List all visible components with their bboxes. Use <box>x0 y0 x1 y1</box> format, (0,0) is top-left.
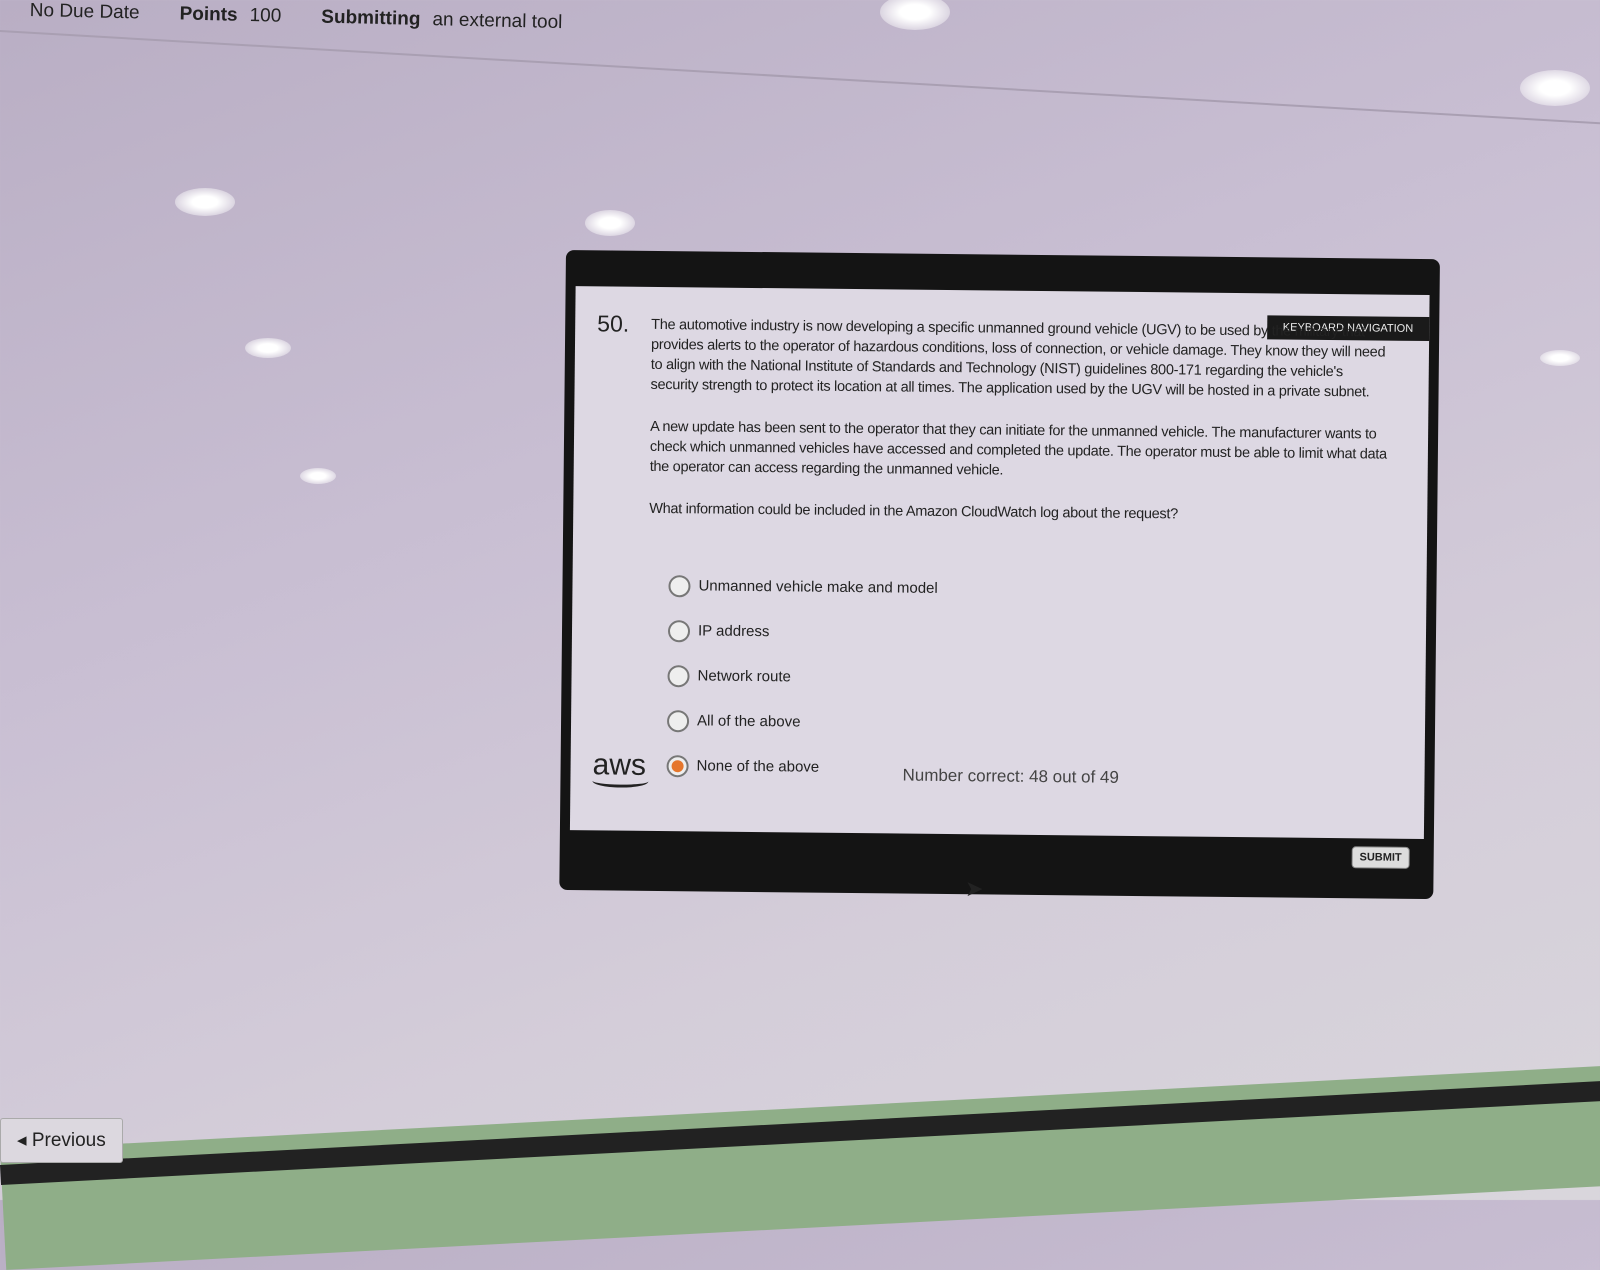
option-ip-address[interactable]: IP address <box>667 608 938 656</box>
option-label: None of the above <box>696 757 820 776</box>
radio-button-selected[interactable] <box>666 754 689 777</box>
question-paragraph: A new update has been sent to the operat… <box>649 418 1387 479</box>
glare <box>585 210 635 236</box>
answer-options: Unmanned vehicle make and model IP addre… <box>666 563 938 791</box>
points-label: Points <box>179 3 238 26</box>
header-divider <box>0 30 1600 130</box>
submitting-label: Submitting <box>321 6 421 30</box>
score-text: Number correct: 48 out of 49 <box>902 765 1119 787</box>
points-value: 100 <box>249 4 282 27</box>
option-none[interactable]: None of the above <box>666 743 936 791</box>
radio-button[interactable] <box>667 619 691 642</box>
quiz-window: KEYBOARD NAVIGATION 50. The automotive i… <box>559 250 1440 900</box>
quiz-panel: KEYBOARD NAVIGATION 50. The automotive i… <box>569 286 1430 869</box>
previous-label: Previous <box>31 1130 106 1151</box>
glare <box>245 338 291 358</box>
option-label: Network route <box>697 667 792 686</box>
option-all[interactable]: All of the above <box>666 698 937 746</box>
assignment-meta: No Due Date Points 100 Submitting an exter… <box>30 0 563 34</box>
submitting-value: an external tool <box>432 9 563 34</box>
previous-button[interactable]: ◂ Previous <box>0 1118 123 1163</box>
option-make-model[interactable]: Unmanned vehicle make and model <box>668 563 938 611</box>
option-label: Unmanned vehicle make and model <box>698 577 938 597</box>
glare <box>1520 70 1590 106</box>
question-paragraph: The automotive industry is now developin… <box>650 316 1386 401</box>
aws-logo: aws <box>592 748 649 788</box>
question-number: 50. <box>597 310 630 337</box>
glare <box>1540 350 1580 366</box>
mouse-cursor-icon: ➤ <box>965 876 984 901</box>
radio-button[interactable] <box>666 709 690 732</box>
option-network-route[interactable]: Network route <box>667 653 937 701</box>
radio-button[interactable] <box>667 664 690 687</box>
question-text: The automotive industry is now developin… <box>649 315 1391 549</box>
radio-button[interactable] <box>668 574 691 597</box>
option-label: IP address <box>697 622 770 641</box>
question-prompt: What information could be included in th… <box>649 500 1178 523</box>
submit-button[interactable]: SUBMIT <box>1351 846 1410 869</box>
glare <box>175 188 235 216</box>
aws-logo-text: aws <box>592 748 647 782</box>
glare <box>880 0 950 30</box>
due-date: No Due Date <box>29 0 140 24</box>
glare <box>300 468 336 484</box>
caret-left-icon: ◂ <box>17 1130 32 1151</box>
option-label: All of the above <box>696 712 801 731</box>
